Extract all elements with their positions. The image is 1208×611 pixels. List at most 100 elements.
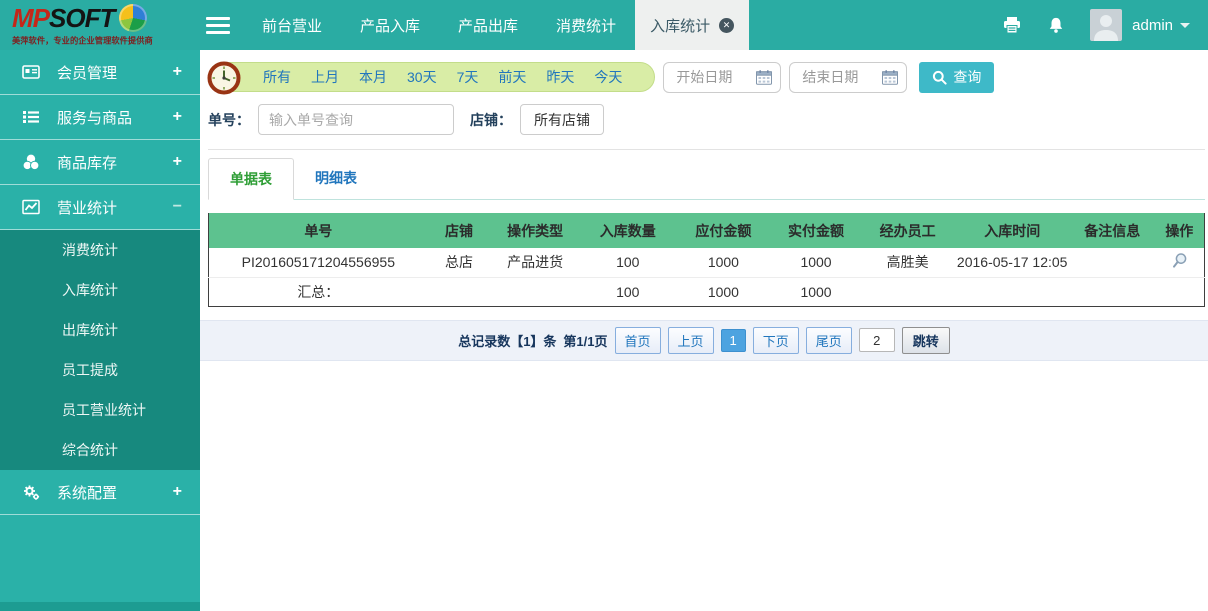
quick-range-day-before-yesterday[interactable]: 前天 (488, 67, 536, 87)
submenu-item-comprehensive-stats[interactable]: 综合统计 (0, 430, 200, 470)
submenu-item-inbound-stats[interactable]: 入库统计 (0, 270, 200, 310)
cell-op-type: 产品进货 (507, 254, 564, 271)
cubes-icon (22, 153, 42, 171)
inbound-records-table: 单号 店铺 操作类型 入库数量 应付金额 实付金额 经办员工 入库时间 备注信息… (208, 213, 1205, 307)
collapse-minus-icon[interactable]: − (173, 198, 182, 216)
nav-item-front-desk[interactable]: 前台营业 (243, 0, 341, 50)
col-note: 备注信息 (1069, 213, 1155, 248)
summary-label: 汇总： (208, 276, 428, 306)
calendar-icon (756, 69, 773, 85)
cell-store: 总店 (444, 254, 473, 271)
quick-range-this-month[interactable]: 本月 (349, 67, 397, 87)
col-store: 店铺 (427, 213, 491, 248)
cell-note (1070, 248, 1155, 277)
page-indicator-text: 第1/1页 (563, 333, 608, 349)
last-page-button[interactable]: 尾页 (805, 326, 852, 354)
brand-logo: MPSOFT 美萍软件，专业的企业管理软件提供商 (0, 0, 200, 50)
cell-staff: 高胜美 (886, 254, 929, 271)
expand-plus-icon[interactable]: + (173, 153, 182, 171)
user-menu[interactable]: admin (1132, 17, 1190, 34)
cell-time: 2016-05-17 12:05 (956, 254, 1068, 271)
summary-payable: 1000 (675, 276, 772, 306)
col-action: 操作 (1154, 213, 1205, 248)
tab-order-report[interactable]: 单据表 (208, 158, 294, 200)
cell-qty: 100 (616, 254, 640, 271)
end-date-placeholder: 结束日期 (802, 69, 859, 85)
submenu-item-staff-business-stats[interactable]: 员工营业统计 (0, 390, 200, 430)
query-button-label: 查询 (953, 69, 982, 85)
nav-item-product-outbound[interactable]: 产品出库 (439, 0, 537, 50)
cell-order-no: PI201605171204556955 (241, 254, 395, 271)
table-row: PI201605171204556955 总店 产品进货 100 1000 10… (209, 248, 1205, 277)
sidebar-bottom-strip (0, 602, 200, 611)
expand-plus-icon[interactable]: + (173, 483, 182, 501)
clock-icon (207, 60, 241, 101)
current-page-button[interactable]: 1 (720, 328, 746, 352)
order-no-input[interactable] (258, 104, 454, 135)
end-date-input[interactable]: 结束日期 (789, 61, 908, 93)
quick-range-last-month[interactable]: 上月 (301, 67, 349, 87)
sidebar: 会员管理 + 服务与商品 + 商品库存 + 营业统计 − 消费统计 入库统计 出… (0, 50, 200, 611)
cell-payable: 1000 (707, 254, 739, 271)
id-card-icon (22, 63, 42, 81)
start-date-placeholder: 开始日期 (676, 69, 733, 85)
quick-range-yesterday[interactable]: 昨天 (536, 67, 584, 87)
nav-item-product-inbound[interactable]: 产品入库 (341, 0, 439, 50)
store-selector-button[interactable]: 所有店铺 (520, 104, 604, 135)
submenu-item-staff-commission[interactable]: 员工提成 (0, 350, 200, 390)
line-chart-icon (22, 198, 42, 216)
quick-date-bar: 所有 上月 本月 30天 7天 前天 昨天 今天 (207, 61, 656, 95)
quick-range-today[interactable]: 今天 (584, 67, 632, 87)
date-filter-row: 所有 上月 本月 30天 7天 前天 昨天 今天 开始日期 结束日期 查询 (207, 60, 1205, 95)
cell-paid: 1000 (800, 254, 832, 271)
pagination-bar: 总记录数【1】条 第1/1页 首页 上页 1 下页 尾页 跳转 (200, 319, 1208, 361)
nav-item-consumption-stats[interactable]: 消费统计 (537, 0, 635, 50)
gears-icon (22, 483, 42, 501)
hamburger-menu-icon[interactable] (206, 0, 230, 50)
caret-down-icon (1180, 22, 1190, 28)
submenu-item-consumption-stats[interactable]: 消费统计 (0, 230, 200, 270)
search-icon (933, 70, 947, 85)
username: admin (1132, 16, 1173, 34)
start-date-input[interactable]: 开始日期 (663, 61, 782, 93)
quick-range-all[interactable]: 所有 (253, 67, 301, 87)
query-button[interactable]: 查询 (919, 61, 995, 93)
nav-tab-inbound-stats-active[interactable]: 入库统计 ✕ (635, 0, 750, 50)
col-op-type: 操作类型 (490, 213, 580, 248)
sidebar-item-members[interactable]: 会员管理 + (0, 50, 200, 95)
sidebar-item-system-config[interactable]: 系统配置 + (0, 470, 200, 515)
brand-tagline: 美萍软件，专业的企业管理软件提供商 (12, 35, 153, 46)
col-payable: 应付金额 (675, 213, 772, 248)
col-staff: 经办员工 (860, 213, 955, 248)
sidebar-item-services-goods[interactable]: 服务与商品 + (0, 95, 200, 140)
expand-plus-icon[interactable]: + (173, 63, 182, 81)
prev-page-button[interactable]: 上页 (667, 326, 714, 354)
next-page-button[interactable]: 下页 (752, 326, 799, 354)
logo-text: MPSOFT (12, 2, 115, 33)
jump-page-input[interactable] (858, 328, 895, 352)
expand-plus-icon[interactable]: + (173, 108, 182, 126)
jump-button[interactable]: 跳转 (901, 326, 950, 354)
row-detail-magnifier-icon[interactable] (1155, 248, 1205, 277)
active-tab-label: 入库统计 (650, 17, 711, 35)
submenu-item-outbound-stats[interactable]: 出库统计 (0, 310, 200, 350)
notification-bell-icon[interactable] (1047, 16, 1065, 35)
calendar-icon (882, 69, 899, 85)
tab-close-icon[interactable]: ✕ (719, 17, 735, 33)
order-no-label: 单号： (208, 111, 250, 128)
table-header-row: 单号 店铺 操作类型 入库数量 应付金额 实付金额 经办员工 入库时间 备注信息… (208, 213, 1205, 248)
user-avatar[interactable] (1090, 9, 1123, 41)
sidebar-item-inventory[interactable]: 商品库存 + (0, 140, 200, 185)
quick-range-7-days[interactable]: 7天 (447, 67, 489, 87)
col-qty: 入库数量 (579, 213, 676, 248)
first-page-button[interactable]: 首页 (614, 326, 661, 354)
summary-row: 汇总： 100 1000 1000 (208, 276, 1205, 306)
order-filter-row: 单号： 店铺： 所有店铺 (208, 104, 1205, 135)
print-icon[interactable] (1002, 16, 1022, 34)
sidebar-item-label: 商品库存 (57, 154, 118, 172)
sidebar-item-business-stats[interactable]: 营业统计 − (0, 185, 200, 230)
main-content: 所有 上月 本月 30天 7天 前天 昨天 今天 开始日期 结束日期 查询 单号… (200, 50, 1208, 611)
tab-detail-report[interactable]: 明细表 (294, 158, 378, 199)
summary-qty: 100 (579, 276, 676, 306)
quick-range-30-days[interactable]: 30天 (397, 67, 447, 87)
